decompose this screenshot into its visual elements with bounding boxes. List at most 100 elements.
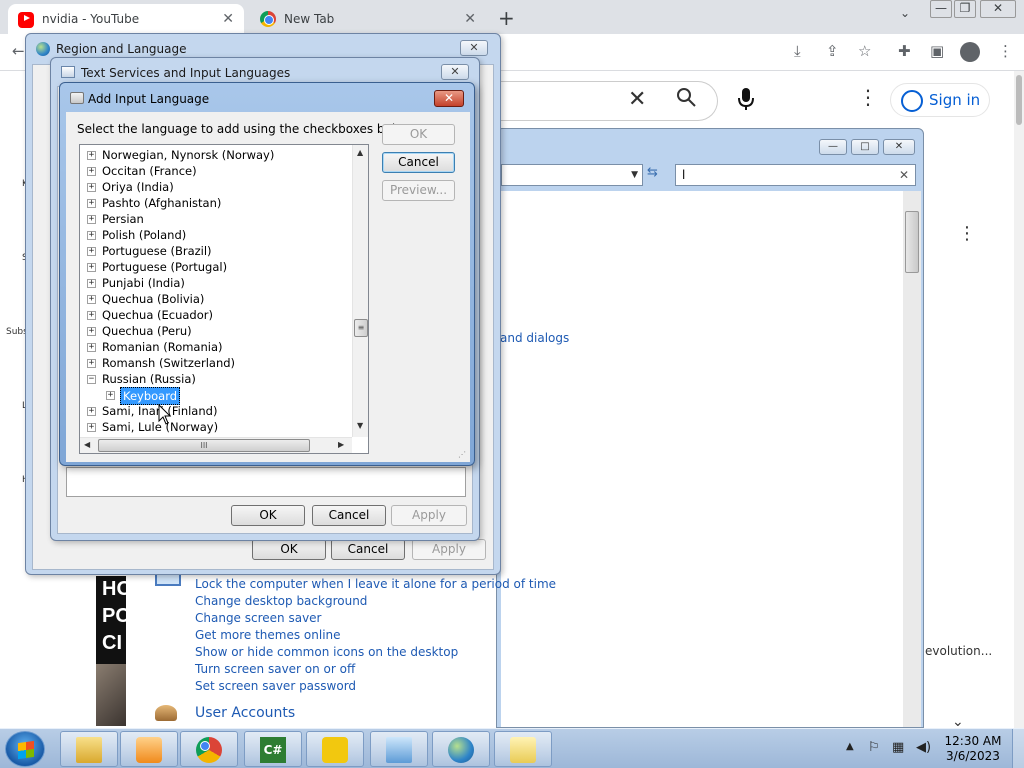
taskbar-csharp-editor[interactable]: C# [244,731,302,767]
resize-grip-icon[interactable]: ⋰ [458,450,466,459]
address-bar[interactable]: ▼ [501,164,643,186]
scroll-left-arrow-icon[interactable]: ◀ [84,440,90,449]
minimize-button[interactable]: — [819,139,847,155]
more-options-icon[interactable]: ⋮ [858,85,878,109]
clear-search-icon[interactable]: ✕ [628,87,646,112]
screensaver-toggle-link[interactable]: Turn screen saver on or off [195,662,355,676]
card-more-icon[interactable]: ⋮ [958,223,976,244]
sign-in-button[interactable]: Sign in [890,83,990,117]
show-hidden-icons-arrow-icon[interactable]: ▲ [846,741,854,752]
taskbar-globe[interactable] [432,731,490,767]
desktop-icons-link[interactable]: Show or hide common icons on the desktop [195,645,458,659]
ok-button[interactable]: OK [231,505,305,526]
language-tree[interactable]: + Norwegian, Nynorsk (Norway) + Occitan (Fr… [79,144,369,454]
extensions-puzzle-icon[interactable]: ✚ [898,42,911,60]
expand-toggle-icon[interactable]: + [87,215,96,224]
ok-button[interactable]: OK [382,124,455,145]
network-icon[interactable]: ▦ [892,740,904,755]
cancel-button[interactable]: Cancel [382,152,455,173]
video-title[interactable]: evolution... [925,644,992,658]
close-button[interactable]: ✕ [441,64,469,80]
scroll-up-arrow-icon[interactable]: ▲ [357,148,363,157]
minimize-button[interactable]: — [930,0,952,18]
expand-toggle-icon[interactable]: + [87,183,96,192]
expand-toggle-icon[interactable]: + [106,391,115,400]
refresh-icon[interactable]: ⇆ [647,165,658,180]
dialogs-link[interactable]: and dialogs [500,331,569,345]
taskbar-app-yellow[interactable] [306,731,364,767]
apply-button[interactable]: Apply [412,539,486,560]
apply-button[interactable]: Apply [391,505,467,526]
close-window-button[interactable]: ✕ [980,0,1016,18]
volume-icon[interactable]: ◀) [916,740,931,755]
cancel-button[interactable]: Cancel [331,539,405,560]
expand-toggle-icon[interactable]: + [87,151,96,160]
ok-button[interactable]: OK [252,539,326,560]
search-icon[interactable] [676,87,696,107]
system-clock[interactable]: 12:30 AM 3/6/2023 [940,734,1006,764]
taskbar-media-player[interactable] [120,731,178,767]
expand-toggle-icon[interactable]: + [87,167,96,176]
preview-button[interactable]: Preview... [382,180,455,201]
scroll-down-arrow-icon[interactable]: ▼ [357,421,363,430]
taskbar-control-panel[interactable] [370,731,428,767]
action-center-flag-icon[interactable]: ⚐ [868,740,880,755]
expand-toggle-icon[interactable]: + [87,263,96,272]
close-button[interactable]: ✕ [460,40,488,56]
expand-toggle-icon[interactable]: + [87,343,96,352]
maximize-button[interactable]: □ [851,139,879,155]
tab-close-icon[interactable]: ✕ [222,11,234,27]
chrome-menu-icon[interactable]: ⋮ [998,42,1013,60]
taskbar-explorer[interactable] [60,731,118,767]
close-button[interactable]: ✕ [883,139,915,155]
install-app-icon[interactable]: ⤓ [794,42,801,60]
tab-close-icon[interactable]: ✕ [464,11,476,27]
expand-toggle-icon[interactable]: + [87,247,96,256]
content-scrollbar[interactable] [903,191,921,727]
restore-button[interactable]: ❐ [954,0,976,18]
expand-toggle-icon[interactable]: + [87,327,96,336]
change-screensaver-link[interactable]: Change screen saver [195,611,322,625]
scrollbar-thumb[interactable] [905,211,919,273]
bookmark-star-icon[interactable]: ☆ [858,42,871,60]
tab-search-chevron-icon[interactable]: ⌄ [900,6,910,24]
tab-youtube[interactable]: nvidia - YouTube ✕ [8,4,244,34]
scrollbar-thumb[interactable]: III [98,439,310,452]
close-button[interactable]: ✕ [434,90,464,107]
installed-services-list[interactable] [66,467,466,497]
profile-avatar-icon[interactable] [960,42,980,62]
lock-computer-link[interactable]: Lock the computer when I leave it alone … [195,577,556,591]
video-thumbnail[interactable]: HO PO CI [96,576,126,726]
scroll-right-arrow-icon[interactable]: ▶ [338,440,344,449]
get-themes-link[interactable]: Get more themes online [195,628,341,642]
dropdown-arrow-icon[interactable]: ▼ [631,170,638,180]
change-background-link[interactable]: Change desktop background [195,594,367,608]
scrollbar-thumb[interactable]: ≡ [354,319,368,337]
expand-toggle-icon[interactable]: + [87,407,96,416]
expand-toggle-icon[interactable]: + [87,295,96,304]
cancel-button[interactable]: Cancel [312,505,386,526]
share-icon[interactable]: ⇪ [826,42,839,60]
expand-toggle-icon[interactable]: + [87,231,96,240]
expand-toggle-icon[interactable]: + [87,423,96,432]
expand-toggle-icon[interactable]: + [87,311,96,320]
scrollbar-thumb[interactable] [1016,75,1022,125]
expand-toggle-icon[interactable]: + [87,279,96,288]
tree-horizontal-scrollbar[interactable]: ◀ III ▶ [80,437,352,453]
new-tab-button[interactable]: + [498,6,515,30]
side-panel-icon[interactable]: ▣ [930,42,944,60]
back-arrow-icon[interactable]: ← [12,42,25,60]
start-button[interactable] [5,731,45,767]
tab-new-tab[interactable]: New Tab ✕ [250,4,486,34]
user-accounts-heading[interactable]: User Accounts [195,705,295,721]
screensaver-password-link[interactable]: Set screen saver password [195,679,356,693]
control-panel-search-input[interactable]: l ✕ [675,164,916,186]
expand-toggle-icon[interactable]: + [87,199,96,208]
tree-vertical-scrollbar[interactable]: ▲ ≡ ▼ [352,145,368,437]
microphone-icon[interactable] [738,87,754,111]
expand-toggle-icon[interactable]: − [87,375,96,384]
taskbar-chrome[interactable] [180,731,238,767]
clear-search-icon[interactable]: ✕ [899,165,909,185]
taskbar-keyboard[interactable] [494,731,552,767]
page-scrollbar[interactable] [1014,71,1024,728]
